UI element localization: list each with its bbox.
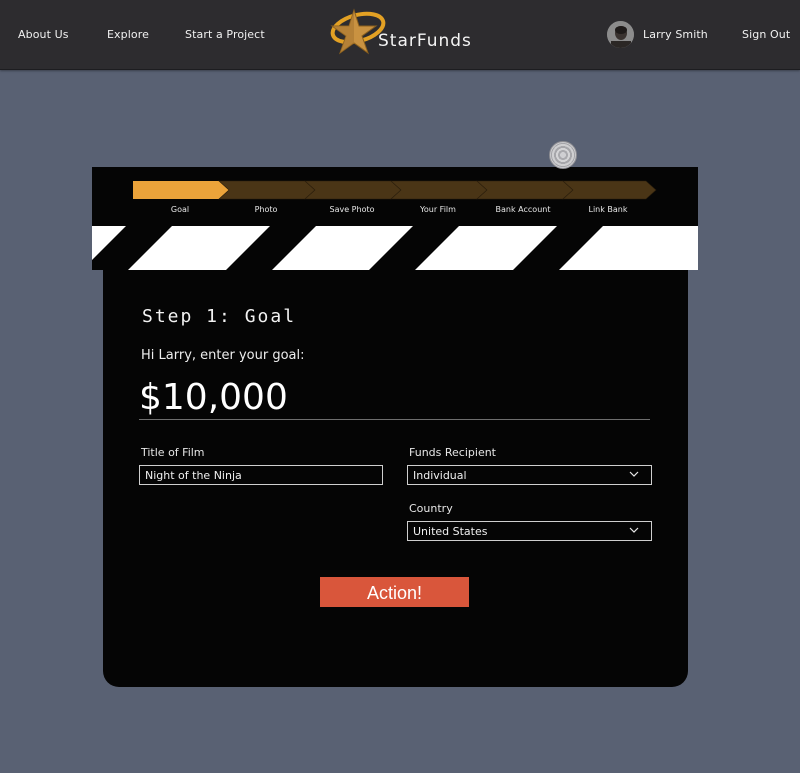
step-arrow-photo[interactable]: [218, 180, 316, 200]
clapper-top: Goal Photo Save Photo Your Film Bank Acc…: [92, 167, 698, 270]
starfunds-logo[interactable]: StarFunds: [328, 6, 478, 60]
nav-start-project[interactable]: Start a Project: [185, 28, 265, 41]
drag-cursor-icon: [549, 141, 577, 169]
country-select[interactable]: United States: [407, 521, 652, 541]
country-value: United States: [413, 525, 488, 538]
nav-about-us[interactable]: About Us: [18, 28, 69, 41]
step-label-your-film[interactable]: Your Film: [393, 205, 483, 214]
step-label-bank-account[interactable]: Bank Account: [478, 205, 568, 214]
step-arrow-goal[interactable]: [133, 181, 229, 199]
chevron-down-icon: [629, 471, 639, 477]
step-label-photo[interactable]: Photo: [221, 205, 311, 214]
step-arrow-link-bank[interactable]: [562, 180, 657, 200]
top-nav: About Us Explore Start a Project StarFun…: [0, 0, 800, 70]
brand-name: StarFunds: [378, 31, 472, 51]
chevron-down-icon: [629, 527, 639, 533]
goal-amount-input[interactable]: $10,000: [139, 376, 650, 420]
avatar[interactable]: [607, 21, 634, 48]
progress-steps: [133, 180, 657, 200]
step-label-link-bank[interactable]: Link Bank: [563, 205, 653, 214]
country-label: Country: [409, 502, 453, 515]
step-arrow-your-film[interactable]: [390, 180, 488, 200]
step-title: Step 1: Goal: [142, 306, 297, 327]
user-photo-icon: [607, 21, 634, 48]
goal-greeting: Hi Larry, enter your goal:: [141, 348, 305, 363]
title-of-film-label: Title of Film: [141, 446, 205, 459]
clapper-stripes: [92, 226, 698, 270]
title-of-film-value: Night of the Ninja: [145, 469, 242, 482]
nav-explore[interactable]: Explore: [107, 28, 149, 41]
step-arrow-save-photo[interactable]: [304, 180, 402, 200]
step-label-goal[interactable]: Goal: [135, 205, 225, 214]
step-label-save-photo[interactable]: Save Photo: [307, 205, 397, 214]
title-of-film-input[interactable]: Night of the Ninja: [139, 465, 383, 485]
action-button[interactable]: Action!: [320, 577, 469, 607]
user-name[interactable]: Larry Smith: [643, 28, 708, 41]
funds-recipient-label: Funds Recipient: [409, 446, 496, 459]
sign-out-link[interactable]: Sign Out: [742, 28, 790, 41]
funds-recipient-value: Individual: [413, 469, 467, 482]
goal-form-board: Step 1: Goal Hi Larry, enter your goal: …: [103, 270, 688, 687]
step-arrow-bank-account[interactable]: [476, 180, 574, 200]
funds-recipient-select[interactable]: Individual: [407, 465, 652, 485]
